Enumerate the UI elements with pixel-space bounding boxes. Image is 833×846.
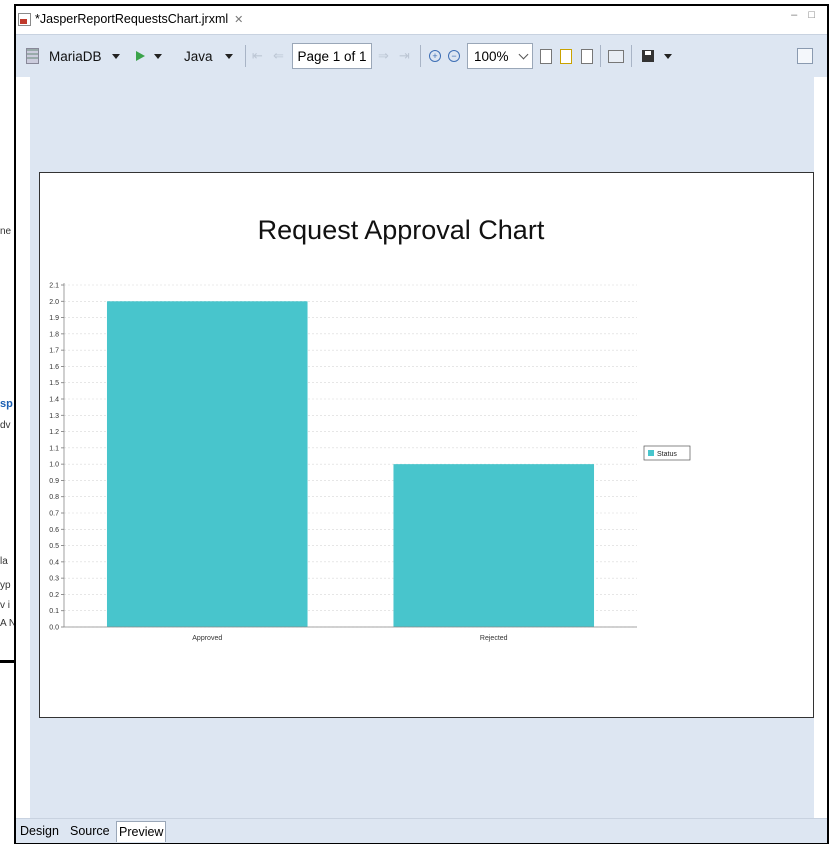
save-icon	[642, 50, 654, 62]
fit-page-button[interactable]	[560, 35, 572, 77]
export-button[interactable]	[608, 35, 624, 77]
chevron-down-icon	[111, 53, 120, 59]
previous-page-icon[interactable]: ⇐	[273, 35, 284, 77]
zoom-out-icon: −	[448, 50, 460, 62]
jrxml-file-icon	[18, 12, 31, 26]
language-selector[interactable]: Java	[184, 35, 233, 77]
fit-width-button[interactable]	[581, 35, 593, 77]
preview-toolbar: MariaDB Java ⇤ ⇐ Page 1 of 1 ⇒ ⇥ + − 100…	[16, 34, 827, 77]
chevron-down-icon	[154, 53, 162, 59]
y-tick-label: 1.5	[49, 380, 59, 387]
x-axis: Approved Rejected	[64, 626, 637, 642]
tab-design[interactable]: Design	[18, 821, 61, 841]
y-tick-label: 0.3	[49, 576, 59, 583]
first-page-icon[interactable]: ⇤	[252, 35, 263, 77]
page-indicator-field[interactable]: Page 1 of 1	[292, 43, 372, 69]
editor-tab[interactable]: *JasperReportRequestsChart.jrxml ✕	[18, 9, 243, 29]
editor-tab-title: *JasperReportRequestsChart.jrxml	[35, 12, 229, 26]
y-tick-label: 2.1	[49, 283, 59, 290]
editor-mode-tabs: Design Source Preview	[16, 818, 827, 843]
chevron-down-icon	[664, 53, 672, 59]
tab-preview[interactable]: Preview	[116, 821, 167, 842]
close-tab-icon[interactable]: ✕	[234, 13, 243, 26]
legend-label: Status	[657, 451, 677, 458]
next-page-icon[interactable]: ⇒	[378, 35, 389, 77]
fit-actual-button[interactable]	[540, 35, 552, 77]
datasource-label: MariaDB	[49, 48, 102, 64]
bar-rejected[interactable]	[393, 464, 595, 627]
actual-size-icon	[540, 48, 552, 64]
toolbar-separator	[420, 45, 421, 67]
toolbar-separator	[600, 45, 601, 67]
y-tick-label: 1.0	[49, 462, 59, 469]
y-tick-label: 1.7	[49, 348, 59, 355]
report-preview-area: Request Approval Chart 0.0 0.1 0.2 0.3 0.4 0.…	[30, 76, 814, 820]
preview-options-button[interactable]	[797, 35, 813, 77]
editor-tab-bar: *JasperReportRequestsChart.jrxml ✕ – □	[16, 6, 827, 32]
fit-width-icon	[581, 48, 593, 64]
zoom-in-icon: +	[429, 50, 441, 62]
window-controls[interactable]: – □	[791, 9, 819, 21]
y-tick-label: 1.6	[49, 364, 59, 371]
last-page-icon[interactable]: ⇥	[399, 35, 410, 77]
zoom-level-value: 100%	[474, 48, 509, 64]
y-tick-label: 1.9	[49, 315, 59, 322]
y-tick-label: 2.0	[49, 299, 59, 306]
y-tick-label: 1.3	[49, 413, 59, 420]
fit-page-icon	[560, 48, 572, 64]
language-label: Java	[184, 48, 213, 64]
y-tick-label: 0.1	[49, 608, 59, 615]
y-tick-label: 1.8	[49, 331, 59, 338]
database-icon	[26, 48, 39, 64]
toolbar-separator	[245, 45, 246, 67]
toolbar-separator	[631, 45, 632, 67]
y-tick-label: 1.2	[49, 429, 59, 436]
zoom-in-button[interactable]: +	[429, 35, 441, 77]
y-tick-label: 0.5	[49, 543, 59, 550]
chart-title: Request Approval Chart	[258, 215, 545, 245]
report-page: Request Approval Chart 0.0 0.1 0.2 0.3 0.4 0.…	[39, 172, 814, 718]
preview-options-icon	[797, 48, 813, 64]
legend-swatch	[648, 450, 654, 456]
y-tick-label: 0.0	[49, 625, 59, 632]
y-tick-label: 0.7	[49, 511, 59, 518]
y-tick-label: 0.6	[49, 527, 59, 534]
bar-chart: Request Approval Chart 0.00.10.20.30.40.…	[49, 215, 691, 642]
chevron-down-icon	[224, 53, 233, 59]
zoom-out-button[interactable]: −	[448, 35, 460, 77]
tab-source[interactable]: Source	[68, 821, 112, 841]
y-tick-label: 0.9	[49, 478, 59, 485]
y-tick-label: 0.8	[49, 494, 59, 501]
y-tick-label: 1.1	[49, 445, 59, 452]
report-editor-window: *JasperReportRequestsChart.jrxml ✕ – □ M…	[14, 4, 829, 844]
run-report-button[interactable]	[136, 35, 162, 77]
y-tick-label: 0.4	[49, 559, 59, 566]
y-tick-label: 1.4	[49, 397, 59, 404]
chart-legend: Status	[643, 445, 691, 461]
x-tick-label: Approved	[192, 635, 222, 642]
y-tick-label: 0.2	[49, 592, 59, 599]
x-tick-label: Rejected	[480, 635, 508, 642]
bar-approved[interactable]	[106, 301, 308, 627]
chevron-down-icon	[518, 49, 529, 60]
datasource-selector[interactable]: MariaDB	[26, 35, 120, 77]
export-icon	[608, 49, 624, 63]
save-button[interactable]	[642, 35, 672, 77]
y-axis: 0.0 0.1 0.2 0.3 0.4 0.5 0.6 0.7 0.8 0.9 1.0 1.1 1.2 1…	[49, 283, 65, 632]
zoom-level-select[interactable]: 100%	[467, 43, 533, 69]
play-icon	[136, 51, 145, 61]
